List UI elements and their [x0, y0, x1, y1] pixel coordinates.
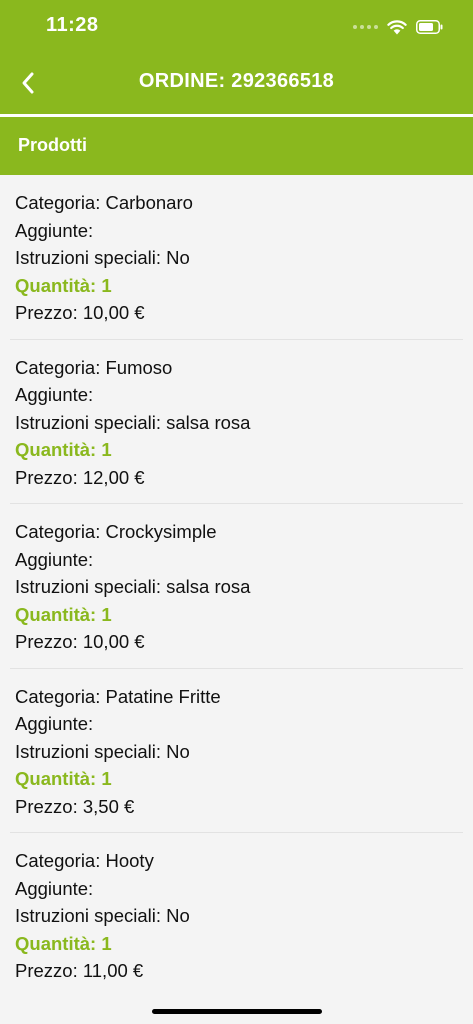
- section-header: Prodotti: [0, 117, 473, 175]
- product-price: Prezzo: 11,00 €: [15, 960, 144, 981]
- product-instructions: Istruzioni speciali: salsa rosa: [15, 576, 251, 597]
- product-additions: Aggiunte:: [15, 548, 94, 570]
- product-list[interactable]: Categoria: Carbonaro Aggiunte: Istruzion…: [0, 175, 473, 998]
- product-quantity: Quantità: 1: [15, 439, 112, 460]
- product-category: Categoria: Crockysimple: [15, 521, 217, 542]
- product-additions: Aggiunte:: [15, 877, 94, 899]
- list-item: Categoria: Fumoso Aggiunte: Istruzioni s…: [0, 340, 473, 504]
- app-header: 11:28 ORDINE: 292366518: [0, 0, 473, 114]
- home-indicator[interactable]: [152, 1009, 322, 1014]
- status-time: 11:28: [46, 14, 99, 36]
- product-additions: Aggiunte:: [15, 713, 94, 734]
- section-title: Prodotti: [18, 135, 87, 155]
- cellular-signal-icon: [353, 25, 378, 29]
- product-quantity: Quantità: 1: [15, 932, 112, 954]
- product-additions: Aggiunte:: [15, 384, 94, 405]
- product-instructions: Istruzioni speciali: No: [15, 905, 190, 926]
- product-instructions: Istruzioni speciali: salsa rosa: [15, 411, 251, 433]
- product-instructions: Istruzioni speciali: No: [15, 247, 190, 268]
- list-item: Categoria: Patatine Fritte Aggiunte: Ist…: [0, 669, 473, 833]
- list-item: Categoria: Hooty Aggiunte: Istruzioni sp…: [0, 833, 473, 998]
- product-quantity: Quantità: 1: [15, 768, 112, 789]
- product-additions: Aggiunte:: [15, 219, 94, 241]
- wifi-icon: [387, 19, 407, 34]
- product-price: Prezzo: 10,00 €: [15, 631, 145, 652]
- product-price: Prezzo: 3,50 €: [15, 795, 135, 817]
- product-category: Categoria: Fumoso: [15, 356, 173, 378]
- product-quantity: Quantità: 1: [15, 603, 112, 625]
- list-item: Categoria: Crockysimple Aggiunte: Istruz…: [0, 504, 473, 669]
- product-price: Prezzo: 10,00 €: [15, 302, 145, 323]
- product-price: Prezzo: 12,00 €: [15, 466, 145, 488]
- product-quantity: Quantità: 1: [15, 274, 112, 296]
- product-instructions: Istruzioni speciali: No: [15, 740, 190, 762]
- page-title: ORDINE: 292366518: [138, 70, 335, 92]
- product-category: Categoria: Patatine Fritte: [15, 685, 221, 707]
- status-icons: [353, 17, 443, 37]
- product-category: Categoria: Carbonaro: [15, 192, 193, 213]
- battery-icon: [416, 20, 443, 34]
- list-item: Categoria: Carbonaro Aggiunte: Istruzion…: [0, 175, 473, 340]
- product-category: Categoria: Hooty: [15, 850, 154, 871]
